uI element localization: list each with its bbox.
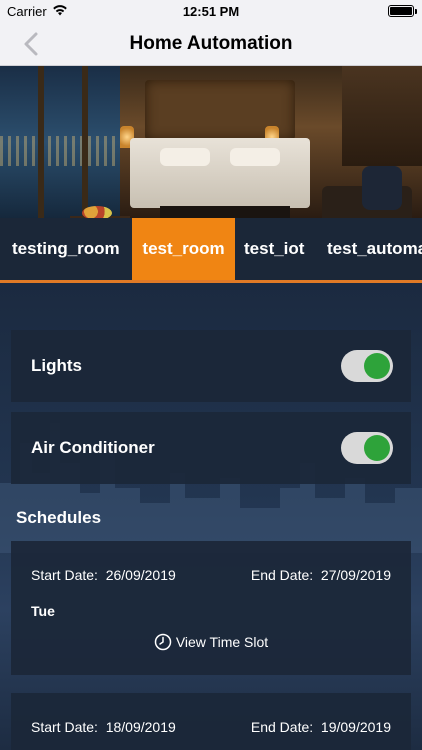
lights-toggle[interactable] <box>341 350 393 382</box>
room-tabs: testing_room test_room test_iot test_aut… <box>0 218 422 280</box>
status-time: 12:51 PM <box>182 4 240 19</box>
air-conditioner-toggle[interactable] <box>341 432 393 464</box>
battery-tip <box>415 9 417 14</box>
tab-test-automa[interactable]: test_automa <box>317 218 422 280</box>
schedule-card[interactable]: Start Date: 26/09/2019 End Date: 27/09/2… <box>11 541 411 675</box>
navigation-bar: Home Automation <box>0 22 422 66</box>
view-time-slot-link[interactable]: View Time Slot <box>11 633 411 651</box>
tab-testing-room[interactable]: testing_room <box>2 218 130 280</box>
schedule-day: Tue <box>31 603 55 619</box>
device-label: Air Conditioner <box>31 438 155 457</box>
toggle-knob <box>364 435 390 461</box>
page-title: Home Automation <box>129 33 293 54</box>
status-bar: Carrier 12:51 PM <box>0 0 422 22</box>
start-date: Start Date: 18/09/2019 <box>31 719 176 735</box>
device-label: Lights <box>31 356 82 375</box>
end-date: End Date: 19/09/2019 <box>250 719 391 735</box>
end-date: End Date: 27/09/2019 <box>250 567 391 583</box>
device-card-lights: Lights <box>11 330 411 402</box>
tab-test-room[interactable]: test_room <box>132 218 235 280</box>
start-date: Start Date: 26/09/2019 <box>31 567 176 583</box>
battery-icon <box>388 5 414 17</box>
room-content: Lights Air Conditioner Schedules Start D… <box>0 283 422 750</box>
clock-icon <box>154 633 172 651</box>
device-card-air-conditioner: Air Conditioner <box>11 412 411 484</box>
schedules-heading: Schedules <box>16 508 102 527</box>
schedule-card[interactable]: Start Date: 18/09/2019 End Date: 19/09/2… <box>11 693 411 750</box>
toggle-knob <box>364 353 390 379</box>
view-time-slot-label: View Time Slot <box>175 634 269 650</box>
tab-test-iot[interactable]: test_iot <box>234 218 314 280</box>
room-hero-image <box>0 66 422 218</box>
window-city-view <box>0 66 120 218</box>
